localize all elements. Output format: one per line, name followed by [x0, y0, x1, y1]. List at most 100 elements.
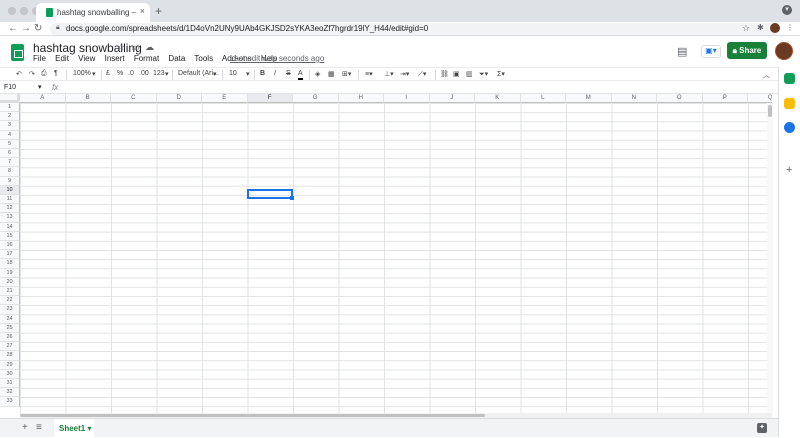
- row-header[interactable]: 9: [0, 176, 20, 186]
- row-header[interactable]: 17: [0, 250, 20, 260]
- reload-button[interactable]: ↻: [34, 23, 42, 34]
- last-edit-link[interactable]: Last edit was seconds ago: [230, 54, 324, 63]
- filter-icon[interactable]: ⏷▾: [479, 70, 488, 79]
- row-header[interactable]: 5: [0, 139, 20, 149]
- column-header[interactable]: C: [111, 94, 157, 103]
- forward-button[interactable]: →: [21, 23, 31, 34]
- row-header[interactable]: 27: [0, 342, 20, 352]
- select-all-corner[interactable]: [0, 94, 20, 103]
- explore-icon[interactable]: ✦: [757, 423, 767, 433]
- meet-button[interactable]: ▣▾: [701, 45, 721, 58]
- borders-icon[interactable]: ▦: [328, 70, 335, 78]
- add-sheet-icon[interactable]: +: [22, 422, 28, 433]
- new-tab-button[interactable]: +: [155, 4, 162, 18]
- row-header[interactable]: 3: [0, 121, 20, 131]
- column-header[interactable]: A: [20, 94, 66, 103]
- menu-edit[interactable]: Edit: [55, 54, 69, 63]
- star-icon[interactable]: ☆: [117, 42, 125, 53]
- horizontal-align-icon[interactable]: ≡▾: [365, 70, 373, 78]
- row-header[interactable]: 18: [0, 259, 20, 269]
- column-header[interactable]: E: [202, 94, 248, 103]
- row-header[interactable]: 19: [0, 268, 20, 278]
- row-header[interactable]: 23: [0, 305, 20, 315]
- menu-data[interactable]: Data: [168, 54, 185, 63]
- tab-close-icon[interactable]: ×: [140, 6, 145, 16]
- increase-decimal-button[interactable]: .00: [139, 70, 149, 77]
- sheet-tab-sheet1[interactable]: Sheet1 ▾: [54, 419, 94, 438]
- more-formats-button[interactable]: 123: [153, 70, 165, 77]
- zoom-select[interactable]: 100%: [73, 70, 91, 77]
- comments-icon[interactable]: ▤: [677, 45, 687, 58]
- undo-icon[interactable]: ↶: [16, 70, 22, 78]
- functions-icon[interactable]: Σ▾: [497, 70, 505, 78]
- insert-chart-icon[interactable]: ▥: [466, 70, 473, 78]
- column-header[interactable]: L: [520, 94, 566, 103]
- row-header[interactable]: 26: [0, 333, 20, 343]
- formula-input[interactable]: [64, 82, 764, 93]
- insert-link-icon[interactable]: ⛓: [440, 70, 449, 78]
- collapse-toolbar-icon[interactable]: ︿: [763, 70, 770, 80]
- column-header[interactable]: Q: [748, 94, 772, 103]
- column-header[interactable]: D: [156, 94, 202, 103]
- row-header[interactable]: 16: [0, 241, 20, 251]
- column-header[interactable]: H: [338, 94, 384, 103]
- menu-view[interactable]: View: [78, 54, 95, 63]
- row-header[interactable]: 4: [0, 130, 20, 140]
- italic-button[interactable]: I: [274, 70, 276, 77]
- selected-cell[interactable]: [247, 189, 294, 200]
- decrease-decimal-button[interactable]: .0: [128, 70, 134, 77]
- text-wrap-icon[interactable]: ⇥▾: [400, 70, 409, 78]
- format-percent-button[interactable]: %: [117, 70, 123, 77]
- browser-menu-icon[interactable]: ▾: [782, 5, 792, 15]
- all-sheets-icon[interactable]: ≡: [36, 422, 42, 433]
- strikethrough-button[interactable]: S: [286, 70, 291, 77]
- scroll-thumb[interactable]: [20, 414, 485, 417]
- scroll-thumb[interactable]: [768, 105, 772, 117]
- row-header[interactable]: 22: [0, 296, 20, 306]
- menu-format[interactable]: Format: [134, 54, 159, 63]
- row-header[interactable]: 7: [0, 158, 20, 168]
- column-header[interactable]: O: [657, 94, 703, 103]
- row-header[interactable]: 24: [0, 314, 20, 324]
- row-header[interactable]: 15: [0, 231, 20, 241]
- column-header[interactable]: K: [475, 94, 521, 103]
- fill-color-icon[interactable]: ◈: [315, 70, 320, 78]
- redo-icon[interactable]: ↷: [29, 70, 35, 78]
- row-header[interactable]: 29: [0, 360, 20, 370]
- row-header[interactable]: 14: [0, 222, 20, 232]
- column-header[interactable]: F: [247, 94, 293, 103]
- browser-profile-avatar[interactable]: [770, 23, 780, 33]
- paint-format-icon[interactable]: ¶: [54, 70, 58, 77]
- bookmark-star-icon[interactable]: ☆: [742, 23, 750, 34]
- row-header[interactable]: 33: [0, 397, 20, 407]
- tasks-icon[interactable]: [784, 122, 795, 133]
- row-header[interactable]: 13: [0, 213, 20, 223]
- url-input[interactable]: 🔒︎ docs.google.com/spreadsheets/d/1D4oVn…: [50, 23, 780, 35]
- column-header[interactable]: J: [429, 94, 475, 103]
- keep-icon[interactable]: [784, 98, 795, 109]
- merge-cells-icon[interactable]: ⊞▾: [342, 70, 351, 78]
- window-minimize-dot[interactable]: [20, 7, 28, 15]
- row-header[interactable]: 11: [0, 195, 20, 205]
- column-header[interactable]: N: [611, 94, 657, 103]
- move-folder-icon[interactable]: ▭: [131, 42, 140, 53]
- format-currency-button[interactable]: £: [106, 70, 110, 77]
- vertical-align-icon[interactable]: ⊥▾: [384, 70, 394, 78]
- row-header[interactable]: 8: [0, 167, 20, 177]
- row-header[interactable]: 31: [0, 379, 20, 389]
- row-header[interactable]: 28: [0, 351, 20, 361]
- font-size-select[interactable]: 10: [229, 70, 237, 77]
- browser-kebab-icon[interactable]: ⋮: [786, 23, 794, 32]
- row-header[interactable]: 6: [0, 149, 20, 159]
- column-header[interactable]: M: [566, 94, 612, 103]
- vertical-scrollbar[interactable]: [767, 103, 773, 413]
- row-header[interactable]: 10: [0, 185, 20, 195]
- calendar-icon[interactable]: [784, 73, 795, 84]
- account-avatar[interactable]: [775, 42, 793, 60]
- row-header[interactable]: 32: [0, 388, 20, 398]
- row-header[interactable]: 20: [0, 277, 20, 287]
- bold-button[interactable]: B: [260, 70, 265, 77]
- column-header[interactable]: B: [65, 94, 111, 103]
- menu-tools[interactable]: Tools: [194, 54, 213, 63]
- window-close-dot[interactable]: [8, 7, 16, 15]
